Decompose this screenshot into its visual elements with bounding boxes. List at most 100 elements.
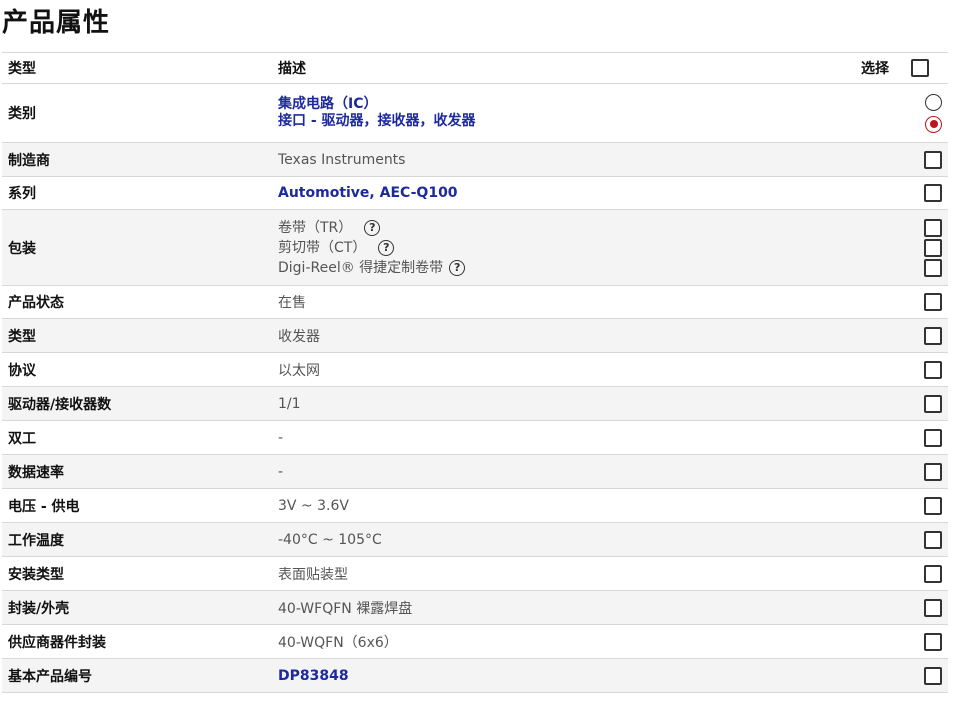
packaging-digireel-checkbox[interactable] — [924, 258, 942, 277]
row-select — [852, 488, 948, 523]
table-row: 类别 集成电路（IC） 接口 - 驱动器，接收器，收发器 — [2, 83, 948, 143]
table-header-row: 类型 描述 选择 — [2, 52, 948, 84]
row-key: 驱动器/接收器数 — [2, 386, 272, 421]
row-select — [852, 522, 948, 557]
row-value: - — [272, 454, 852, 489]
row-key: 类型 — [2, 318, 272, 353]
category-ic-link[interactable]: 集成电路（IC） — [278, 96, 846, 113]
row-key: 包装 — [2, 209, 272, 286]
table-row: 封装/外壳 40-WFQFN 裸露焊盘 — [2, 590, 948, 625]
row-select — [852, 83, 948, 143]
row-select — [852, 318, 948, 353]
row-select — [852, 420, 948, 455]
row-checkbox[interactable] — [924, 184, 942, 202]
table-row: 包装 卷带（TR）? 剪切带（CT）? Digi-Reel® 得捷定制卷带? — [2, 209, 948, 286]
table-row: 双工 - — [2, 420, 948, 455]
row-checkbox[interactable] — [924, 462, 942, 481]
category-ic-radio[interactable] — [925, 93, 942, 111]
row-key: 工作温度 — [2, 522, 272, 557]
table-row: 制造商 Texas Instruments — [2, 142, 948, 177]
row-value: 1/1 — [272, 386, 852, 421]
category-interface-radio[interactable] — [925, 115, 942, 133]
row-checkbox[interactable] — [924, 632, 942, 651]
row-checkbox[interactable] — [924, 293, 942, 311]
header-select-label: 选择 — [861, 61, 889, 77]
row-checkbox[interactable] — [924, 530, 942, 549]
header-type: 类型 — [2, 52, 272, 84]
row-checkbox[interactable] — [924, 666, 942, 685]
table-row: 工作温度 -40°C ~ 105°C — [2, 522, 948, 557]
product-attributes-table: 类型 描述 选择 类别 集成电路（IC） 接口 - 驱动器，接收器，收发器 制造… — [2, 52, 948, 693]
row-checkbox[interactable] — [924, 150, 942, 169]
category-interface-link[interactable]: 接口 - 驱动器，接收器，收发器 — [278, 113, 846, 130]
row-key: 协议 — [2, 352, 272, 387]
row-checkbox[interactable] — [924, 564, 942, 583]
packaging-label: 卷带（TR） — [278, 219, 353, 236]
row-select — [852, 352, 948, 387]
table-row: 产品状态 在售 — [2, 285, 948, 319]
page-title: 产品属性 — [2, 8, 111, 38]
row-checkbox[interactable] — [924, 496, 942, 515]
row-select — [852, 285, 948, 319]
table-row: 协议 以太网 — [2, 352, 948, 387]
table-row: 类型 收发器 — [2, 318, 948, 353]
row-value: 40-WQFN（6x6） — [272, 624, 852, 659]
header-desc: 描述 — [272, 52, 852, 84]
row-key: 类别 — [2, 83, 272, 143]
row-select — [852, 386, 948, 421]
row-select — [852, 454, 948, 489]
row-value: Texas Instruments — [272, 142, 852, 177]
row-value: 卷带（TR）? 剪切带（CT）? Digi-Reel® 得捷定制卷带? — [272, 209, 852, 286]
question-circle-icon[interactable]: ? — [364, 219, 381, 236]
packaging-label: Digi-Reel® 得捷定制卷带 — [278, 259, 444, 276]
question-circle-icon[interactable]: ? — [449, 259, 466, 276]
row-select — [852, 624, 948, 659]
row-key: 基本产品编号 — [2, 658, 272, 693]
row-key: 数据速率 — [2, 454, 272, 489]
row-key: 供应商器件封装 — [2, 624, 272, 659]
row-value: 在售 — [272, 285, 852, 319]
table-row: 基本产品编号 DP83848 — [2, 658, 948, 693]
row-key: 双工 — [2, 420, 272, 455]
table-row: 电压 - 供电 3V ~ 3.6V — [2, 488, 948, 523]
row-checkbox[interactable] — [924, 360, 942, 379]
row-key: 系列 — [2, 176, 272, 210]
table-row: 数据速率 - — [2, 454, 948, 489]
row-select — [852, 658, 948, 693]
row-select — [852, 176, 948, 210]
header-select: 选择 — [852, 52, 948, 84]
table-row: 系列 Automotive, AEC-Q100 — [2, 176, 948, 210]
row-key: 制造商 — [2, 142, 272, 177]
row-value: 收发器 — [272, 318, 852, 353]
select-all-checkbox[interactable] — [911, 59, 929, 77]
row-key: 封装/外壳 — [2, 590, 272, 625]
packaging-label: 剪切带（CT） — [278, 239, 367, 256]
row-select — [852, 209, 948, 286]
row-key: 电压 - 供电 — [2, 488, 272, 523]
packaging-tr-checkbox[interactable] — [924, 218, 942, 237]
row-value: 3V ~ 3.6V — [272, 488, 852, 523]
row-key: 产品状态 — [2, 285, 272, 319]
row-key: 安装类型 — [2, 556, 272, 591]
packaging-option: 卷带（TR）? — [278, 218, 846, 238]
row-value: 40-WFQFN 裸露焊盘 — [272, 590, 852, 625]
row-select — [852, 590, 948, 625]
packaging-ct-checkbox[interactable] — [924, 238, 942, 257]
row-select — [852, 556, 948, 591]
row-value: 集成电路（IC） 接口 - 驱动器，接收器，收发器 — [272, 83, 852, 143]
series-link[interactable]: Automotive, AEC-Q100 — [272, 176, 852, 210]
row-select — [852, 142, 948, 177]
question-circle-icon[interactable]: ? — [378, 239, 395, 256]
row-checkbox[interactable] — [924, 428, 942, 447]
row-checkbox[interactable] — [924, 326, 942, 345]
table-row: 安装类型 表面贴装型 — [2, 556, 948, 591]
row-checkbox[interactable] — [924, 598, 942, 617]
row-value: - — [272, 420, 852, 455]
row-value: -40°C ~ 105°C — [272, 522, 852, 557]
base-product-number-link[interactable]: DP83848 — [272, 658, 852, 693]
packaging-option: 剪切带（CT）? — [278, 238, 846, 258]
table-row: 供应商器件封装 40-WQFN（6x6） — [2, 624, 948, 659]
row-value: 以太网 — [272, 352, 852, 387]
packaging-option: Digi-Reel® 得捷定制卷带? — [278, 258, 846, 278]
row-checkbox[interactable] — [924, 394, 942, 413]
